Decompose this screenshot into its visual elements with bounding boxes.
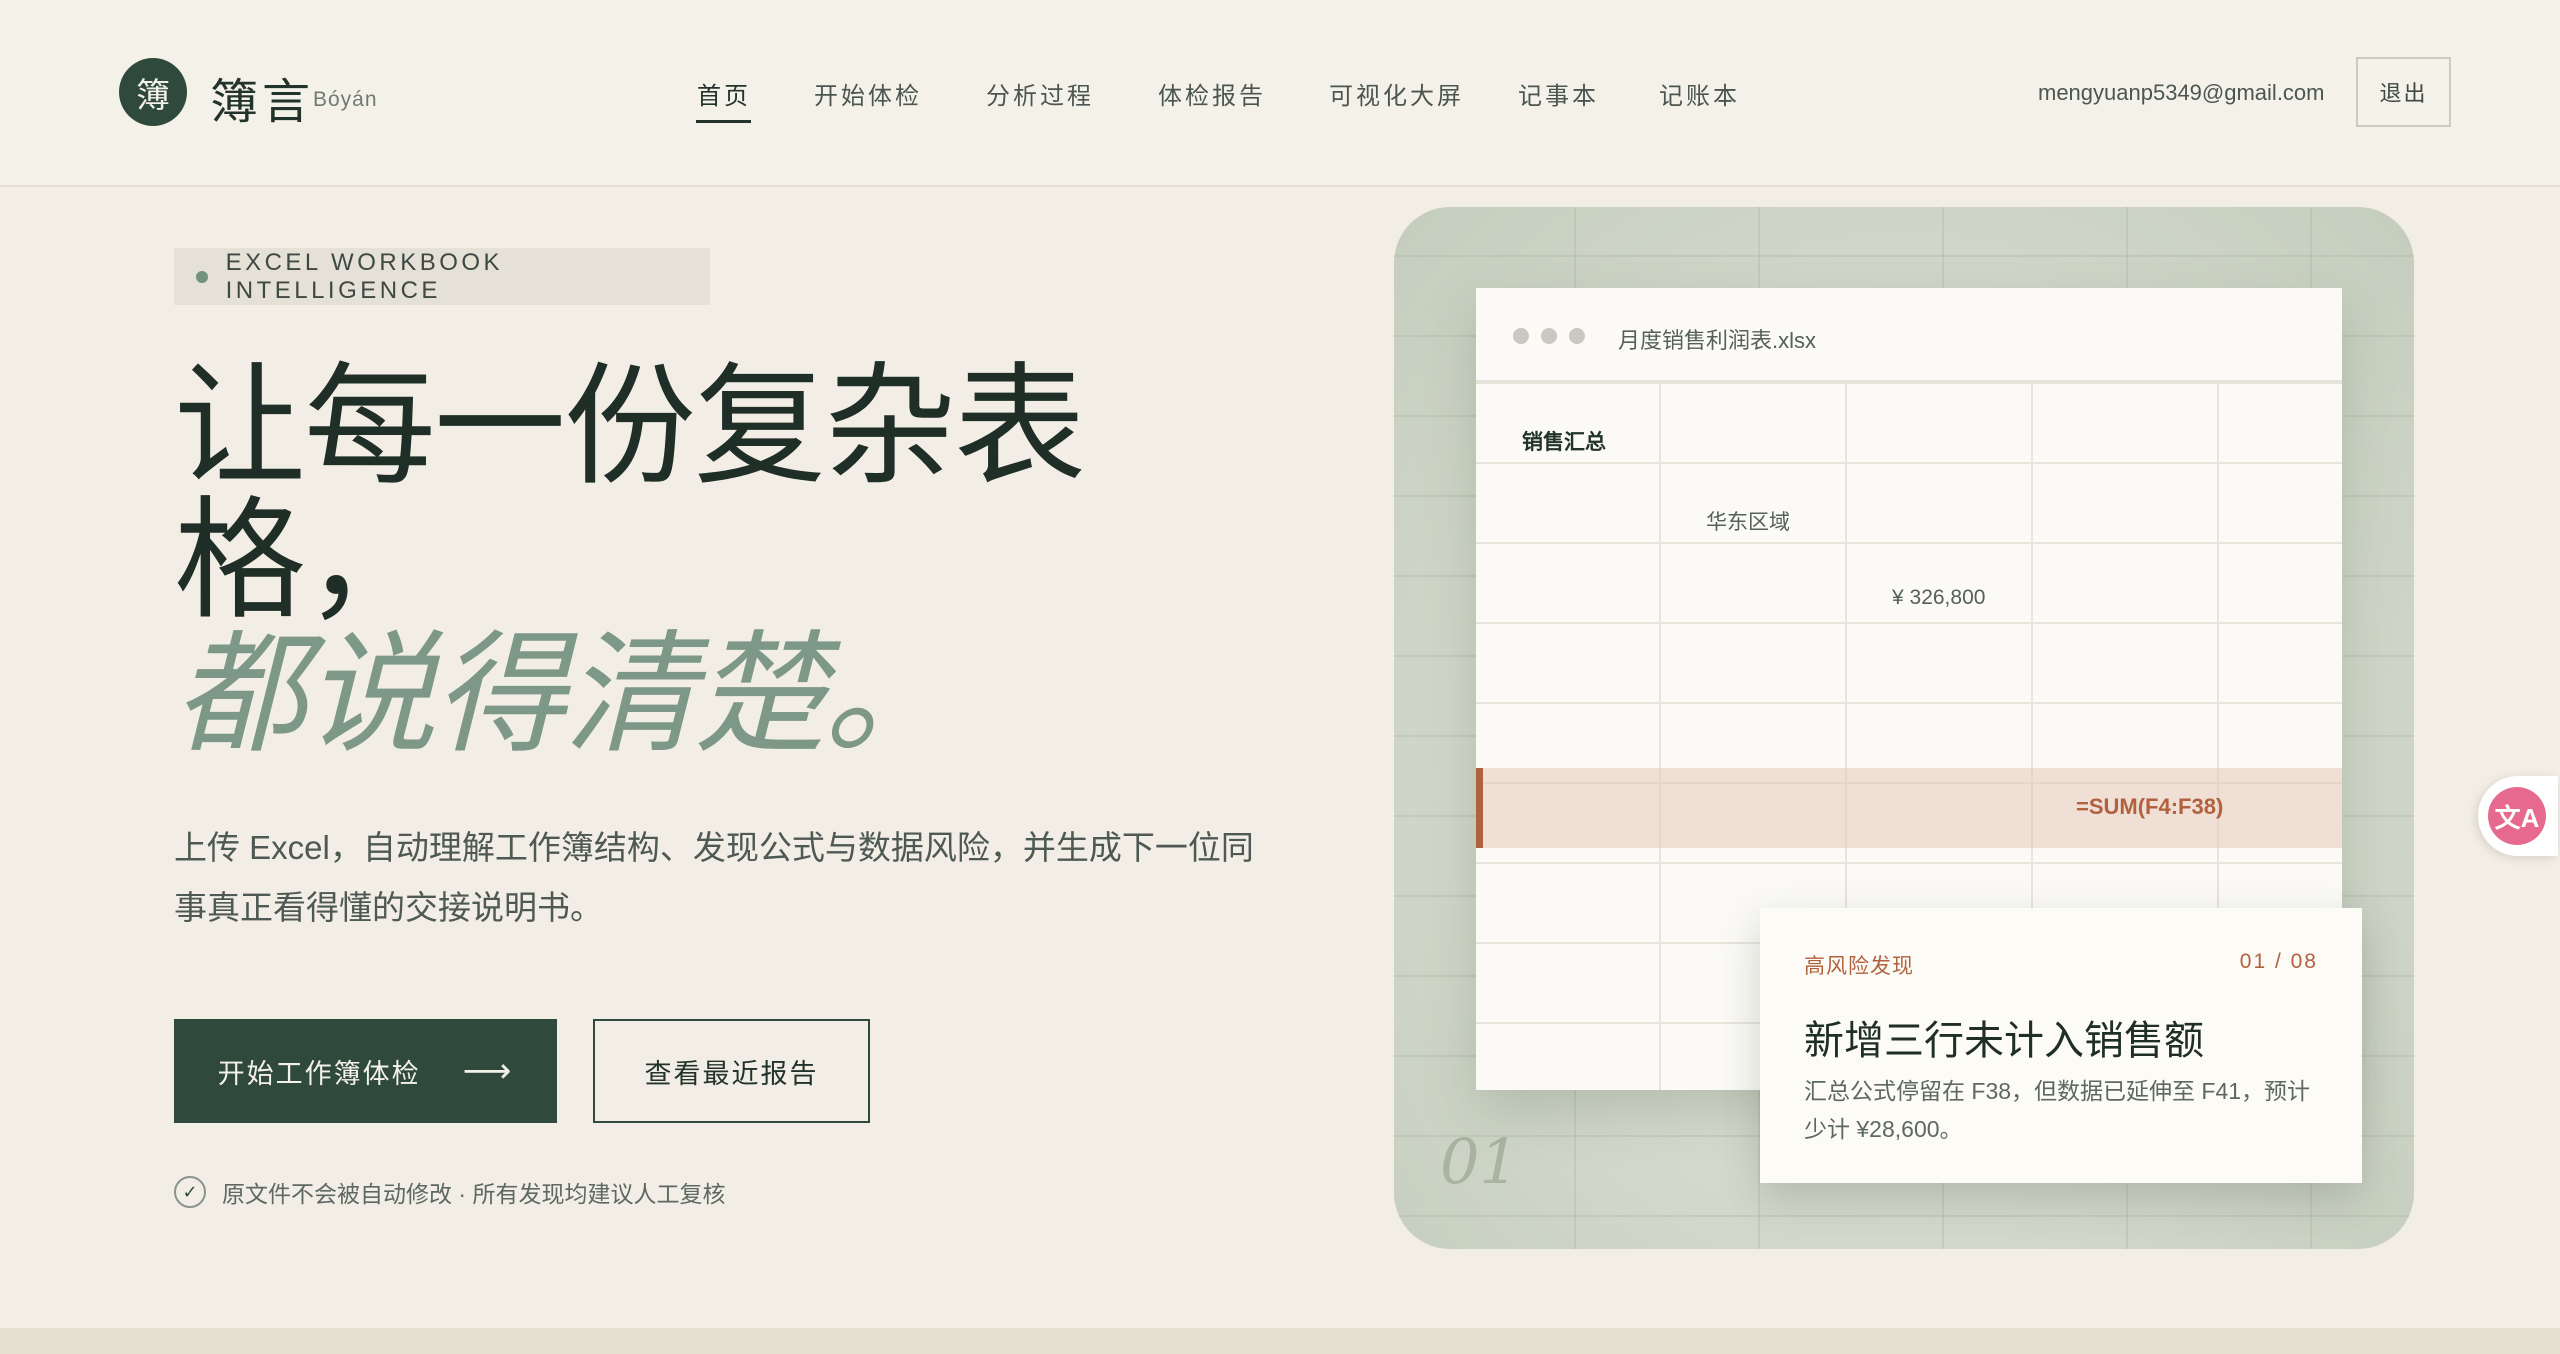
logo-icon[interactable]: 簿 [119, 58, 187, 126]
preview-index: 01 [1440, 1125, 1519, 1198]
nav-item-ledger[interactable]: 记账本 [1659, 76, 1740, 111]
window-dot-icon [1541, 328, 1557, 344]
nav-item-home[interactable]: 首页 [697, 76, 751, 111]
cell-region: 华东区域 [1706, 511, 1790, 534]
risk-finding-card: 高风险发现 01 / 08 新增三行未计入销售额 汇总公式停留在 F38，但数据… [1760, 908, 2362, 1183]
hero-headline-accent: 都说得清楚。 [174, 618, 956, 772]
nav-active-indicator [696, 120, 751, 123]
cell-amount: ¥ 326,800 [1892, 586, 1986, 609]
nav-item-report[interactable]: 体检报告 [1158, 76, 1266, 111]
cell-section-title: 销售汇总 [1522, 431, 1606, 454]
risk-title: 新增三行未计入销售额 [1804, 1018, 2204, 1064]
eyebrow-text: EXCEL WORKBOOK INTELLIGENCE [225, 248, 504, 304]
nav-item-start-check[interactable]: 开始体检 [814, 76, 922, 111]
window-dot-icon [1513, 328, 1529, 344]
logout-button[interactable]: 退出 [2356, 57, 2451, 127]
sheet-filename: 月度销售利润表.xlsx [1618, 328, 1817, 353]
start-check-button[interactable]: 开始工作簿体检 ⟶ [174, 1019, 557, 1123]
recent-report-button[interactable]: 查看最近报告 [593, 1019, 870, 1123]
window-dot-icon [1569, 328, 1585, 344]
preview-visual: 01 月度销售利润表.xlsx 销售汇总 华东区域 ¥ 326,800 =SUM… [1394, 207, 2414, 1249]
nav-item-notebook[interactable]: 记事本 [1518, 76, 1599, 111]
dot-icon [196, 270, 208, 283]
safety-note-text: 原文件不会被自动修改 · 所有发现均建议人工复核 [222, 1181, 726, 1207]
next-section-edge [0, 1328, 2560, 1354]
brand-name[interactable]: 簿言 [210, 62, 314, 132]
eyebrow-badge: EXCEL WORKBOOK INTELLIGENCE [174, 248, 710, 305]
nav-item-analysis[interactable]: 分析过程 [986, 76, 1094, 111]
user-email: mengyuanp5349@gmail.com [2038, 80, 2325, 105]
arrow-right-icon: ⟶ [462, 1052, 514, 1090]
translate-icon: 文A [2488, 787, 2546, 845]
brand-romanized: Bóyán [313, 88, 378, 111]
risk-description: 汇总公式停留在 F38，但数据已延伸至 F41，预计少计 ¥28,600。 [1804, 1078, 2311, 1142]
risk-tag: 高风险发现 [1804, 955, 1914, 978]
translate-button[interactable]: 文A [2478, 776, 2558, 856]
top-header: 簿 簿言 Bóyán 首页 开始体检 分析过程 体检报告 可视化大屏 记事本 记… [0, 0, 2560, 187]
sheet-titlebar: 月度销售利润表.xlsx [1476, 288, 2342, 382]
start-check-label: 开始工作簿体检 [217, 1058, 421, 1089]
check-circle-icon: ✓ [174, 1176, 206, 1208]
safety-note: ✓ 原文件不会被自动修改 · 所有发现均建议人工复核 [174, 1175, 725, 1209]
cell-formula: =SUM(F4:F38) [2076, 794, 2224, 819]
hero-headline: 让每一份复杂表格， [174, 350, 1086, 638]
hero-subtitle: 上传 Excel，自动理解工作簿结构、发现公式与数据风险，并生成下一位同事真正看… [174, 829, 1254, 926]
risk-counter: 01 / 08 [2239, 950, 2318, 973]
nav-item-dashboard[interactable]: 可视化大屏 [1329, 76, 1464, 111]
